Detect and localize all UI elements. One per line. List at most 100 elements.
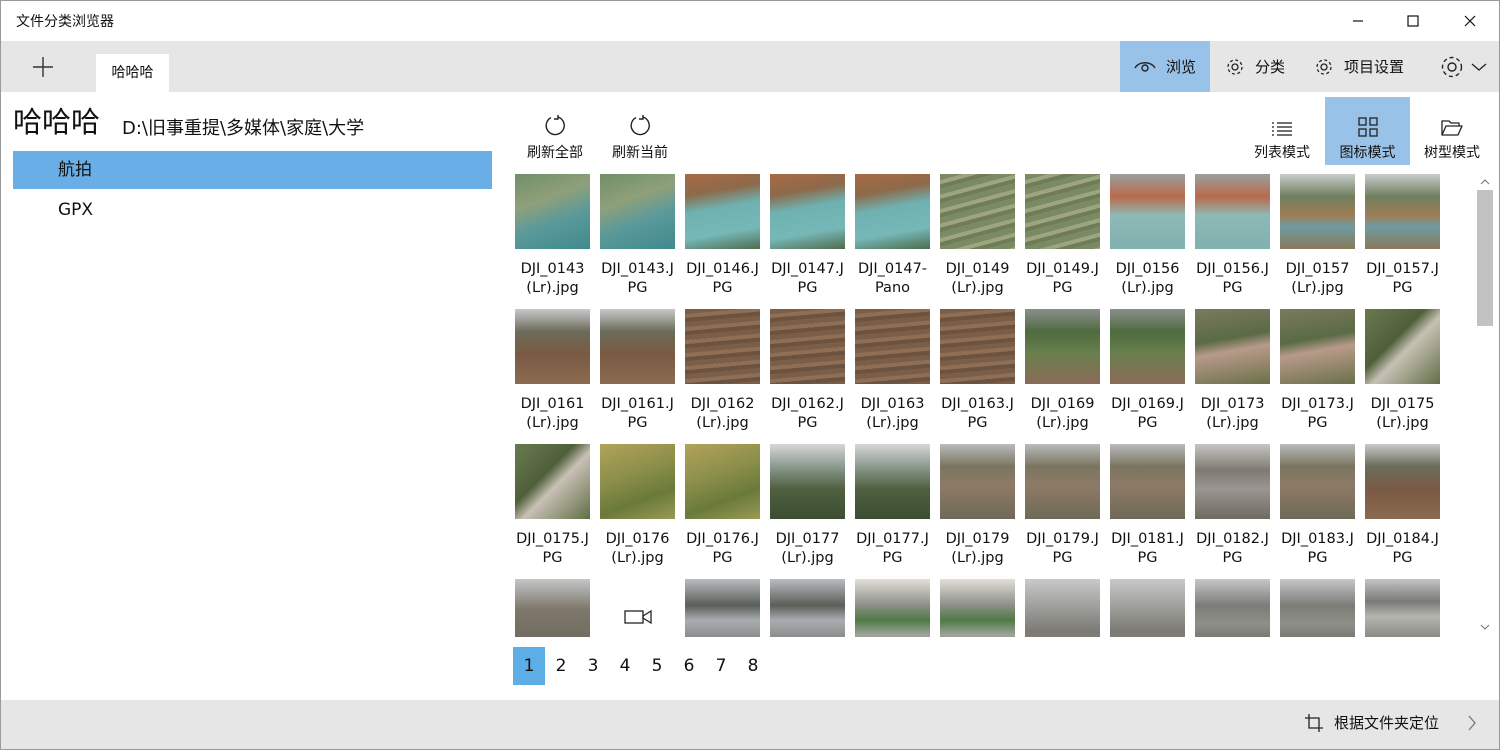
gear-icon bbox=[1441, 56, 1463, 77]
file-name: DJI_0176 (Lr).jpg bbox=[605, 531, 670, 566]
file-item[interactable] bbox=[685, 579, 760, 637]
scroll-thumb[interactable] bbox=[1477, 190, 1493, 326]
file-item[interactable]: DJI_0157 (Lr).jpg bbox=[1280, 174, 1355, 298]
file-name: DJI_0173.J PG bbox=[1281, 396, 1354, 431]
file-name: DJI_0179 (Lr).jpg bbox=[945, 531, 1010, 566]
file-thumbnail bbox=[1025, 579, 1100, 637]
file-item[interactable]: DJI_0162.J PG bbox=[770, 309, 845, 433]
folder-path: D:\旧事重提\多媒体\家庭\大学 bbox=[122, 118, 365, 139]
file-item[interactable] bbox=[1195, 579, 1270, 637]
chevron-right-icon[interactable] bbox=[1467, 712, 1477, 736]
page-number[interactable]: 1 bbox=[513, 647, 545, 685]
project-settings-tab[interactable]: 项目设置 bbox=[1314, 41, 1404, 92]
file-thumbnail bbox=[515, 174, 590, 249]
vertical-scrollbar[interactable] bbox=[1474, 174, 1496, 637]
file-item[interactable]: DJI_0175 (Lr).jpg bbox=[1365, 309, 1440, 433]
category-item-aerial[interactable]: 航拍 bbox=[13, 151, 492, 189]
app-window: 文件分类浏览器 哈哈哈 浏览 分类 项目设置 哈哈哈 D:\旧事重提\多媒体\家… bbox=[0, 0, 1500, 750]
file-item[interactable]: DJI_0149.J PG bbox=[1025, 174, 1100, 298]
file-item[interactable]: DJI_0163.J PG bbox=[940, 309, 1015, 433]
scroll-down-icon[interactable] bbox=[1474, 620, 1496, 636]
file-item[interactable] bbox=[1280, 579, 1355, 637]
file-name: DJI_0156.J PG bbox=[1196, 261, 1269, 296]
page-number[interactable]: 8 bbox=[737, 647, 769, 685]
file-item[interactable]: DJI_0183.J PG bbox=[1280, 444, 1355, 568]
refresh-icon bbox=[630, 115, 650, 136]
file-item[interactable]: DJI_0169.J PG bbox=[1110, 309, 1185, 433]
icon-mode-button[interactable]: 图标模式 bbox=[1325, 97, 1410, 165]
file-item[interactable]: DJI_0143 (Lr).jpg bbox=[515, 174, 590, 298]
file-name: DJI_0163.J PG bbox=[941, 396, 1014, 431]
file-item[interactable]: DJI_0146.J PG bbox=[685, 174, 760, 298]
classify-tab[interactable]: 分类 bbox=[1225, 41, 1285, 92]
file-name: DJI_0162.J PG bbox=[771, 396, 844, 431]
page-number[interactable]: 4 bbox=[609, 647, 641, 685]
file-name: DJI_0177 (Lr).jpg bbox=[775, 531, 840, 566]
page-number[interactable]: 6 bbox=[673, 647, 705, 685]
file-item[interactable]: DJI_0179 (Lr).jpg bbox=[940, 444, 1015, 568]
file-item[interactable] bbox=[1025, 579, 1100, 637]
file-item[interactable]: DJI_0162 (Lr).jpg bbox=[685, 309, 760, 433]
new-tab-button[interactable] bbox=[23, 49, 63, 85]
file-name: DJI_0175.J PG bbox=[516, 531, 589, 566]
page-number[interactable]: 5 bbox=[641, 647, 673, 685]
file-thumbnail bbox=[1025, 444, 1100, 519]
minimize-button[interactable] bbox=[1335, 1, 1381, 41]
locate-by-folder-button[interactable]: 根据文件夹定位 bbox=[1304, 712, 1439, 733]
file-item[interactable]: DJI_0173 (Lr).jpg bbox=[1195, 309, 1270, 433]
file-item[interactable]: DJI_0147- Pano bbox=[855, 174, 930, 298]
file-item[interactable]: DJI_0147.J PG bbox=[770, 174, 845, 298]
file-item[interactable]: DJI_0177.J PG bbox=[855, 444, 930, 568]
maximize-button[interactable] bbox=[1390, 1, 1436, 41]
file-item[interactable]: DJI_0173.J PG bbox=[1280, 309, 1355, 433]
file-item[interactable] bbox=[940, 579, 1015, 637]
file-item[interactable]: DJI_0176.J PG bbox=[685, 444, 760, 568]
file-item[interactable]: DJI_0177 (Lr).jpg bbox=[770, 444, 845, 568]
refresh-current-button[interactable]: 刷新当前 bbox=[608, 97, 672, 165]
scroll-up-icon[interactable] bbox=[1474, 174, 1496, 190]
tab-hahaha[interactable]: 哈哈哈 bbox=[96, 54, 169, 92]
file-thumbnail bbox=[940, 174, 1015, 249]
tree-mode-button[interactable]: 树型模式 bbox=[1414, 97, 1490, 165]
file-thumbnail bbox=[600, 309, 675, 384]
file-item[interactable]: DJI_0149 (Lr).jpg bbox=[940, 174, 1015, 298]
browse-tab[interactable]: 浏览 bbox=[1120, 41, 1210, 92]
file-item[interactable]: DJI_0184.J PG bbox=[1365, 444, 1440, 568]
page-number[interactable]: 7 bbox=[705, 647, 737, 685]
file-item[interactable]: DJI_0161 (Lr).jpg bbox=[515, 309, 590, 433]
file-item[interactable]: DJI_0163 (Lr).jpg bbox=[855, 309, 930, 433]
file-item[interactable] bbox=[600, 579, 675, 637]
file-item[interactable]: DJI_0181.J PG bbox=[1110, 444, 1185, 568]
file-name: DJI_0146.J PG bbox=[686, 261, 759, 296]
file-item[interactable]: DJI_0161.J PG bbox=[600, 309, 675, 433]
file-name: DJI_0157 (Lr).jpg bbox=[1285, 261, 1350, 296]
file-item[interactable]: DJI_0156 (Lr).jpg bbox=[1110, 174, 1185, 298]
settings-dropdown[interactable] bbox=[1439, 41, 1497, 92]
file-thumbnail bbox=[1365, 579, 1440, 637]
locate-label: 根据文件夹定位 bbox=[1334, 714, 1440, 732]
file-item[interactable]: DJI_0176 (Lr).jpg bbox=[600, 444, 675, 568]
file-thumbnail bbox=[1025, 309, 1100, 384]
file-item[interactable] bbox=[770, 579, 845, 637]
page-number[interactable]: 3 bbox=[577, 647, 609, 685]
category-item-gpx[interactable]: GPX bbox=[13, 191, 492, 229]
file-item[interactable] bbox=[1110, 579, 1185, 637]
file-item[interactable]: DJI_0175.J PG bbox=[515, 444, 590, 568]
file-item[interactable]: DJI_0179.J PG bbox=[1025, 444, 1100, 568]
file-item[interactable]: DJI_0143.J PG bbox=[600, 174, 675, 298]
file-item[interactable] bbox=[515, 579, 590, 637]
file-item[interactable]: DJI_0156.J PG bbox=[1195, 174, 1270, 298]
maximize-icon bbox=[1407, 15, 1419, 27]
file-item[interactable]: DJI_0169 (Lr).jpg bbox=[1025, 309, 1100, 433]
file-item[interactable] bbox=[855, 579, 930, 637]
refresh-all-button[interactable]: 刷新全部 bbox=[523, 97, 587, 165]
file-thumbnail bbox=[1365, 309, 1440, 384]
file-thumbnail bbox=[770, 444, 845, 519]
file-item[interactable]: DJI_0182.J PG bbox=[1195, 444, 1270, 568]
file-item[interactable]: DJI_0157.J PG bbox=[1365, 174, 1440, 298]
list-mode-button[interactable]: 列表模式 bbox=[1240, 97, 1324, 165]
file-item[interactable] bbox=[1365, 579, 1440, 637]
close-button[interactable] bbox=[1447, 1, 1493, 41]
file-name: DJI_0143.J PG bbox=[601, 261, 674, 296]
page-number[interactable]: 2 bbox=[545, 647, 577, 685]
